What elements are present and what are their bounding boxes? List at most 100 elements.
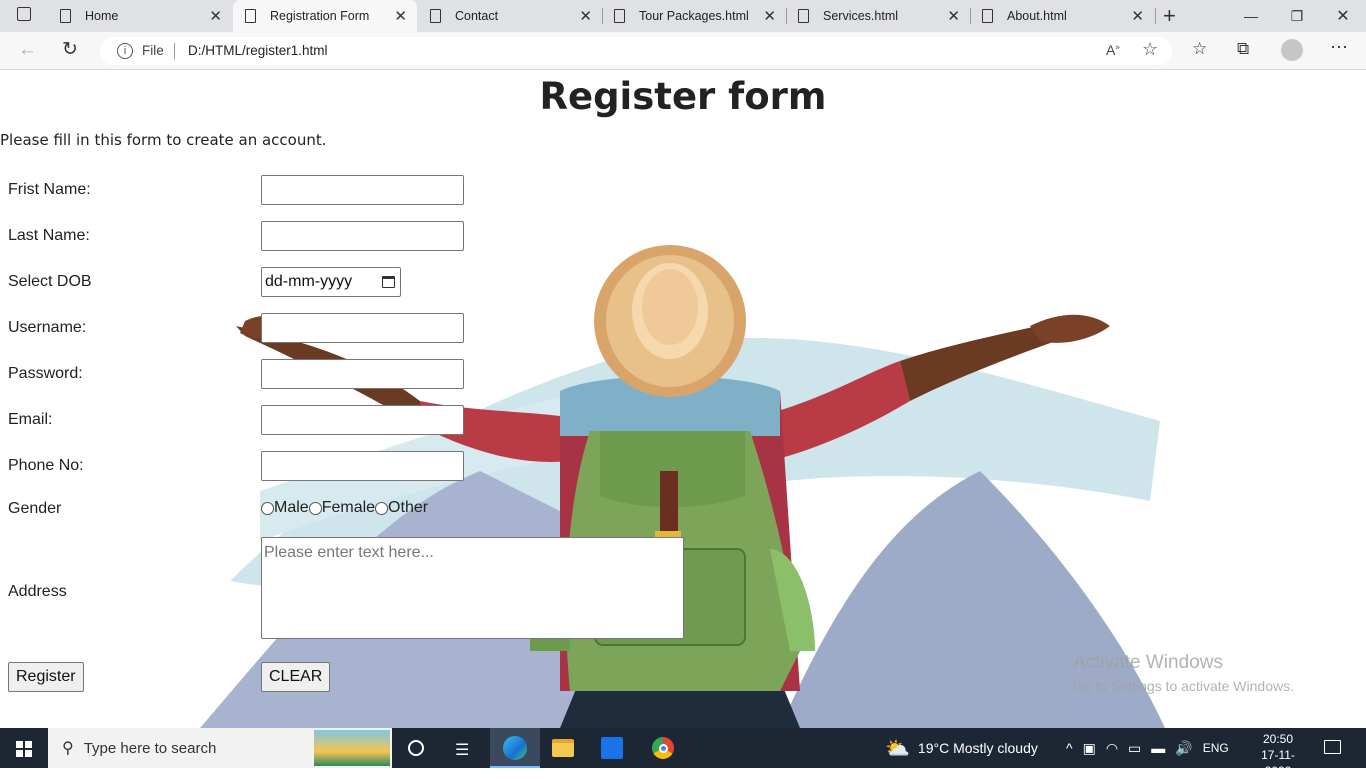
search-placeholder: Type here to search	[83, 739, 217, 757]
tab-separator	[1155, 8, 1156, 24]
tab-registration-form[interactable]: Registration Form ✕	[233, 0, 417, 32]
page-title: Register form	[539, 75, 827, 118]
phone-label: Phone No:	[8, 457, 84, 474]
window-close-icon[interactable]: ✕	[1320, 0, 1366, 32]
network-icon[interactable]: ◠	[1106, 740, 1118, 757]
close-icon[interactable]: ✕	[763, 7, 776, 25]
widgets-icon[interactable]: ☰	[455, 740, 469, 760]
browser-tab-strip: Home ✕ Registration Form ✕ Contact ✕ Tou…	[0, 0, 1366, 32]
tab-label: Registration Form	[270, 9, 370, 23]
weather-icon[interactable]: ⛅	[885, 736, 910, 761]
search-icon: ⚲	[62, 740, 74, 757]
edge-app-icon[interactable]	[490, 728, 540, 768]
minimize-icon[interactable]: —	[1228, 0, 1274, 32]
back-icon[interactable]: ←	[18, 39, 37, 61]
tab-home[interactable]: Home ✕	[48, 0, 232, 32]
dob-input[interactable]: dd-mm-yyyy	[261, 267, 401, 297]
restore-icon[interactable]: ❐	[1274, 0, 1320, 32]
collections-icon[interactable]: ⧉	[1237, 39, 1249, 59]
favorites-icon[interactable]: ☆	[1192, 39, 1207, 59]
first-name-input[interactable]	[261, 175, 464, 205]
tab-contact[interactable]: Contact ✕	[418, 0, 602, 32]
page-icon	[430, 9, 441, 23]
register-button[interactable]: Register	[8, 662, 84, 692]
address-divider	[174, 43, 175, 59]
gender-other-radio[interactable]	[375, 501, 389, 515]
windows-start-icon[interactable]	[16, 741, 32, 757]
refresh-icon[interactable]: ↻	[62, 38, 78, 61]
address-textarea[interactable]: Please enter text here...	[261, 537, 684, 639]
gender-option-label: Male	[274, 499, 309, 516]
last-name-label: Last Name:	[8, 227, 90, 244]
address-bar[interactable]: i File D:/HTML/register1.html A» ☆	[100, 37, 1172, 65]
tab-about[interactable]: About.html ✕	[970, 0, 1154, 32]
username-input[interactable]	[261, 313, 464, 343]
notifications-icon[interactable]	[1324, 740, 1341, 754]
tray-icons: ^ ▣ ◠ ▭ ▬ 🔊 ENG	[1066, 728, 1229, 768]
gender-option-label: Other	[388, 499, 429, 516]
browser-toolbar: ← ↻ i File D:/HTML/register1.html A» ☆ ☆…	[0, 32, 1366, 70]
add-favorite-icon[interactable]: ☆	[1142, 39, 1158, 60]
form-intro: Please fill in this form to create an ac…	[0, 131, 327, 149]
device-icon[interactable]: ▭	[1128, 740, 1141, 757]
tab-label: About.html	[1007, 9, 1067, 23]
weather-text[interactable]: 19°C Mostly cloudy	[918, 740, 1038, 756]
dob-placeholder: dd-mm-yyyy	[265, 273, 353, 290]
page-icon	[798, 9, 809, 23]
clock-time: 20:50	[1262, 732, 1294, 746]
clock[interactable]: 20:50 17-11-2022	[1250, 731, 1306, 779]
close-icon[interactable]: ✕	[1131, 7, 1144, 25]
close-icon[interactable]: ✕	[394, 7, 407, 25]
profile-avatar[interactable]	[1281, 39, 1303, 61]
file-explorer-icon[interactable]	[552, 739, 574, 757]
phone-input[interactable]	[261, 451, 464, 481]
taskbar-search-box[interactable]: ⚲ Type here to search	[48, 728, 392, 768]
tab-services[interactable]: Services.html ✕	[786, 0, 970, 32]
tab-actions-icon[interactable]	[17, 7, 31, 21]
page-icon	[245, 9, 256, 23]
email-label: Email:	[8, 411, 53, 428]
address-label: Address	[8, 583, 67, 600]
gender-option-label: Female	[321, 499, 376, 516]
password-input[interactable]	[261, 359, 464, 389]
task-view-icon[interactable]	[408, 740, 424, 756]
show-hidden-icons-icon[interactable]: ^	[1066, 740, 1073, 756]
dob-label: Select DOB	[8, 273, 92, 290]
read-aloud-icon[interactable]: A»	[1106, 42, 1120, 58]
page-icon	[982, 9, 993, 23]
page-viewport: Register form Please fill in this form t…	[0, 71, 1366, 728]
meet-now-icon[interactable]: ▣	[1083, 740, 1096, 757]
gender-radio-group: Male Female Other	[261, 499, 428, 517]
tab-tour-packages[interactable]: Tour Packages.html ✕	[602, 0, 786, 32]
gender-male-radio[interactable]	[261, 501, 274, 515]
tab-label: Home	[85, 9, 119, 23]
gender-label: Gender	[8, 500, 62, 517]
activate-windows-watermark: Activate Windows Go to Settings to activ…	[1073, 652, 1294, 694]
volume-icon[interactable]: 🔊	[1175, 740, 1192, 757]
more-options-icon[interactable]: ⋯	[1330, 37, 1348, 58]
calendar-icon[interactable]	[382, 276, 395, 288]
url-text: D:/HTML/register1.html	[188, 43, 328, 58]
tab-label: Tour Packages.html	[639, 9, 749, 23]
tab-label: Services.html	[823, 9, 899, 23]
last-name-input[interactable]	[261, 221, 464, 251]
clear-button[interactable]: CLEAR	[261, 662, 331, 692]
page-icon	[614, 9, 625, 23]
email-input[interactable]	[261, 405, 464, 435]
info-icon[interactable]: i	[117, 43, 133, 59]
new-tab-icon[interactable]: +	[1163, 3, 1176, 29]
battery-icon[interactable]: ▬	[1151, 740, 1165, 756]
address-placeholder: Please enter text here...	[264, 544, 434, 561]
gender-female-radio[interactable]	[308, 501, 322, 515]
close-icon[interactable]: ✕	[579, 7, 592, 25]
windows-taskbar: ⚲ Type here to search ☰ ⛅ 19°C Mostly cl…	[0, 728, 1366, 778]
chrome-app-icon[interactable]	[651, 736, 675, 760]
sheets-app-icon[interactable]	[601, 737, 623, 759]
password-label: Password:	[8, 365, 83, 382]
language-indicator[interactable]: ENG	[1203, 741, 1229, 755]
clock-date: 17-11-2022	[1261, 748, 1295, 778]
close-icon[interactable]: ✕	[209, 7, 222, 25]
close-icon[interactable]: ✕	[947, 7, 960, 25]
watermark-subtitle: Go to Settings to activate Windows.	[1073, 678, 1294, 694]
search-highlight-icon	[314, 730, 390, 766]
